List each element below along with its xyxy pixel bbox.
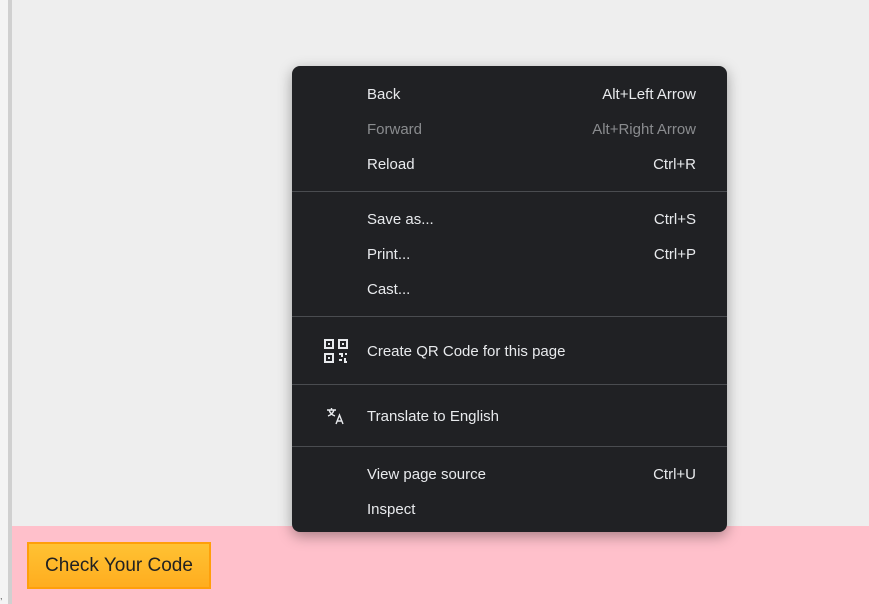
page: Check Your Code , Back Alt+Left Arrow Fo…: [0, 0, 869, 604]
menu-item-shortcut: Alt+Left Arrow: [602, 86, 696, 103]
menu-separator: [292, 446, 727, 447]
menu-item-shortcut: Ctrl+S: [653, 211, 696, 228]
menu-item-cast[interactable]: Cast...: [292, 272, 727, 307]
menu-item-inspect[interactable]: Inspect: [292, 492, 727, 527]
menu-item-shortcut: Ctrl+U: [653, 466, 696, 483]
context-menu: Back Alt+Left Arrow Forward Alt+Right Ar…: [292, 66, 727, 532]
menu-separator: [292, 191, 727, 192]
menu-item-create-qr-code[interactable]: Create QR Code for this page: [292, 327, 727, 375]
menu-item-label: Forward: [367, 121, 423, 138]
menu-item-reload[interactable]: Reload Ctrl+R: [292, 147, 727, 182]
edge-mark: ,: [0, 591, 3, 601]
menu-item-save-as[interactable]: Save as... Ctrl+S: [292, 202, 727, 237]
menu-item-shortcut: Alt+Right Arrow: [592, 121, 696, 138]
menu-item-label: Translate to English: [367, 407, 500, 425]
qr-code-icon: [323, 338, 349, 364]
menu-item-back[interactable]: Back Alt+Left Arrow: [292, 77, 727, 112]
menu-item-forward[interactable]: Forward Alt+Right Arrow: [292, 112, 727, 147]
menu-separator: [292, 316, 727, 317]
menu-item-shortcut: Ctrl+R: [653, 156, 696, 173]
menu-item-label: Inspect: [367, 501, 416, 518]
translate-icon: [323, 403, 349, 429]
menu-item-label: Create QR Code for this page: [367, 342, 566, 360]
menu-item-label: Save as...: [367, 211, 434, 228]
menu-separator: [292, 384, 727, 385]
left-scroll-rail: [0, 0, 12, 604]
menu-item-label: View page source: [367, 466, 486, 483]
menu-item-label: Reload: [367, 156, 415, 173]
menu-item-print[interactable]: Print... Ctrl+P: [292, 237, 727, 272]
menu-item-view-page-source[interactable]: View page source Ctrl+U: [292, 457, 727, 492]
menu-item-shortcut: Ctrl+P: [653, 246, 696, 263]
menu-item-label: Back: [367, 86, 401, 103]
check-your-code-button[interactable]: Check Your Code: [27, 542, 211, 589]
menu-item-translate[interactable]: Translate to English: [292, 395, 727, 437]
menu-item-label: Cast...: [367, 281, 411, 298]
menu-item-label: Print...: [367, 246, 411, 263]
